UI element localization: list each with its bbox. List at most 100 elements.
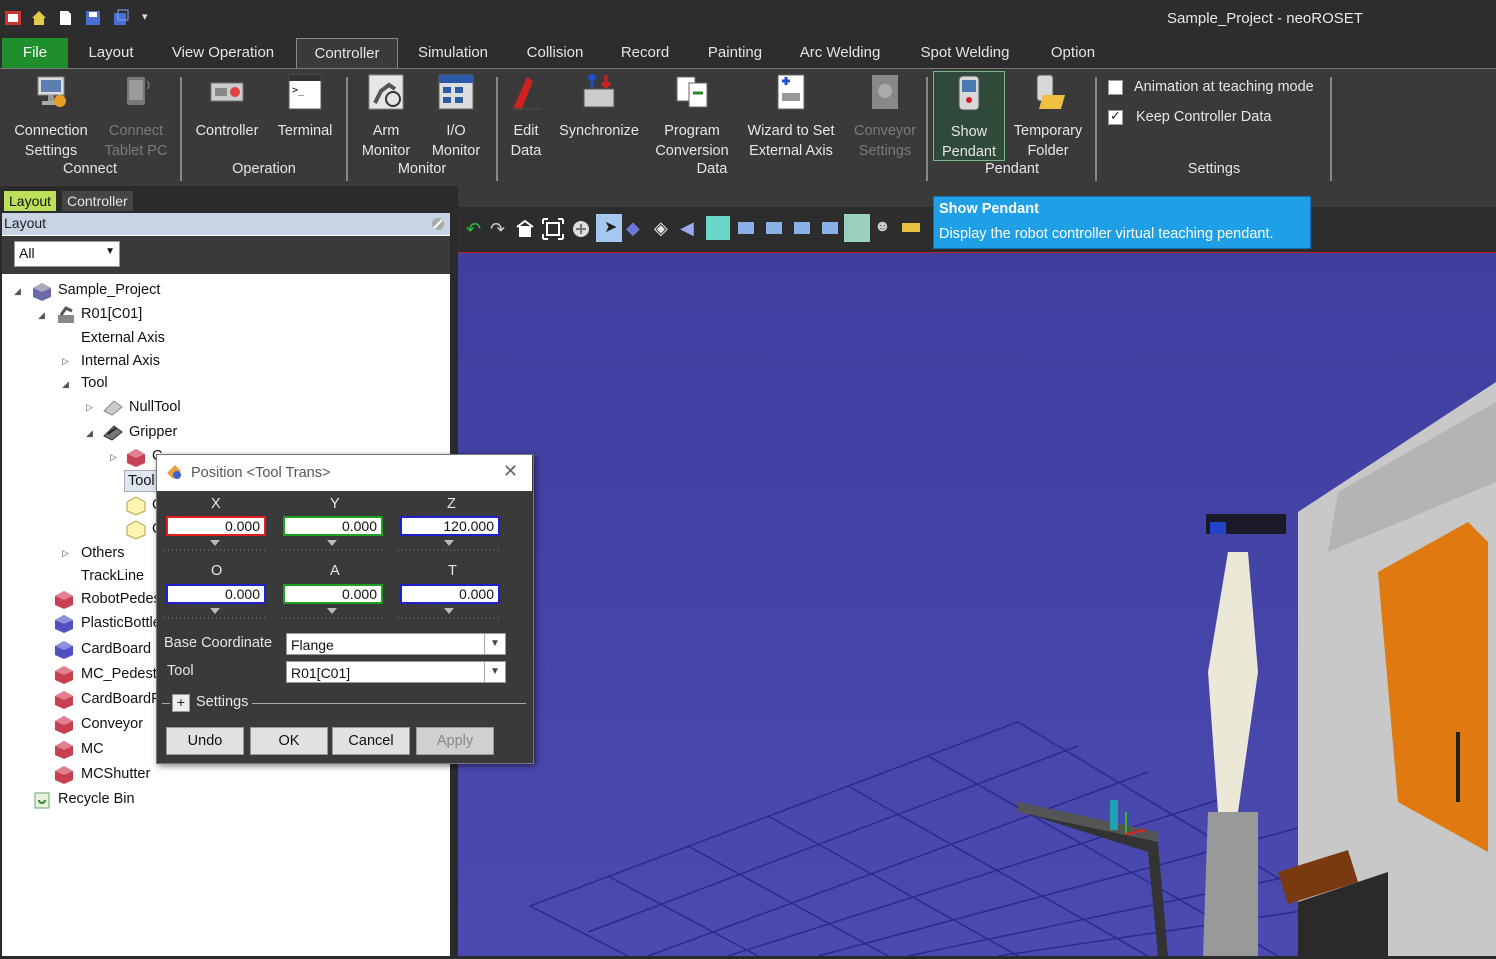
t-field[interactable]: 0.000	[400, 584, 500, 604]
tree-item-object[interactable]: CardBoardP	[81, 688, 161, 710]
tab-layout[interactable]: Layout	[4, 191, 57, 211]
tree-item-object[interactable]: RobotPedes	[81, 588, 161, 610]
program-conversion-button[interactable]: Program Conversion	[650, 73, 734, 161]
tree-item-object[interactable]: Conveyor	[81, 713, 143, 735]
edit-data-button[interactable]: Edit Data	[502, 73, 550, 161]
t-slider[interactable]	[398, 608, 502, 620]
view-top-icon[interactable]	[738, 222, 754, 234]
view-back-icon[interactable]	[794, 222, 810, 234]
menu-record[interactable]: Record	[612, 38, 678, 68]
tree-item-tool[interactable]: Tool	[81, 372, 108, 394]
z-field[interactable]: 120.000	[400, 516, 500, 536]
animation-teaching-checkbox[interactable]	[1108, 80, 1123, 95]
terminal-button[interactable]: >_ Terminal	[270, 73, 340, 141]
tree-item-project[interactable]: Sample_Project	[58, 279, 160, 301]
wizard-external-axis-button[interactable]: Wizard to Set External Axis	[742, 73, 840, 161]
x-slider[interactable]	[164, 540, 268, 552]
select-mode-button[interactable]: ➤	[596, 214, 622, 242]
expand-icon[interactable]: ▷	[62, 356, 69, 367]
a-field[interactable]: 0.000	[283, 584, 383, 604]
tool-select[interactable]: R01[C01] ▼	[286, 661, 506, 683]
menu-spot-welding[interactable]: Spot Welding	[910, 38, 1020, 68]
tree-item-nulltool[interactable]: NullTool	[129, 396, 181, 418]
new-file-icon[interactable]	[56, 9, 74, 27]
base-coordinate-select[interactable]: Flange ▼	[286, 633, 506, 655]
view-left-icon[interactable]: ◆	[626, 218, 640, 239]
expand-settings-icon[interactable]: +	[172, 694, 190, 712]
tree-item-object[interactable]: MC_Pedesta	[81, 663, 165, 685]
collapse-icon[interactable]: ◢	[38, 310, 45, 321]
view-right-icon[interactable]: ◀	[680, 218, 694, 239]
y-slider[interactable]	[281, 540, 385, 552]
tree-item-internal-axis[interactable]: Internal Axis	[81, 350, 160, 372]
x-field[interactable]: 0.000	[166, 516, 266, 536]
undo-button[interactable]: Undo	[166, 727, 244, 755]
y-field[interactable]: 0.000	[283, 516, 383, 536]
conveyor-settings-button[interactable]: Conveyor Settings	[848, 73, 922, 161]
view-iso-icon[interactable]: ◈	[654, 218, 668, 239]
tree-item-external-axis[interactable]: External Axis	[81, 327, 165, 349]
fit-view-icon[interactable]	[542, 218, 564, 240]
expand-icon[interactable]: ▷	[86, 402, 93, 413]
tree-item-tool-trans[interactable]: Tool	[124, 470, 159, 492]
expand-icon[interactable]: ▷	[110, 452, 117, 463]
apply-button[interactable]: Apply	[416, 727, 494, 755]
tree-item-trackline[interactable]: TrackLine	[81, 565, 144, 587]
synchronize-button[interactable]: Synchronize	[554, 72, 644, 141]
collapse-icon[interactable]: ◢	[14, 286, 21, 297]
controller-button[interactable]: Controller	[188, 73, 266, 141]
menu-file[interactable]: File	[2, 38, 68, 68]
quick-access-dropdown-icon[interactable]: ▾	[142, 10, 148, 23]
tab-controller[interactable]: Controller	[62, 191, 133, 211]
collapse-icon[interactable]: ◢	[62, 379, 69, 390]
view-side-icon[interactable]	[822, 222, 838, 234]
tree-item-object[interactable]: PlasticBottle	[81, 612, 161, 634]
arm-monitor-button[interactable]: Arm Monitor	[354, 73, 418, 161]
ok-button[interactable]: OK	[250, 727, 328, 755]
person-icon[interactable]: ☻	[874, 218, 891, 236]
zoom-view-icon[interactable]	[570, 218, 592, 240]
save-as-icon[interactable]	[112, 9, 130, 27]
connection-settings-button[interactable]: Connection Settings	[8, 73, 94, 161]
save-icon[interactable]	[84, 9, 102, 27]
home-icon[interactable]	[30, 9, 48, 27]
close-icon[interactable]: ✕	[503, 461, 518, 482]
tree-item-others[interactable]: Others	[81, 542, 125, 564]
redo-icon[interactable]: ↷	[490, 219, 505, 240]
expand-icon[interactable]: ▷	[62, 548, 69, 559]
o-field[interactable]: 0.000	[166, 584, 266, 604]
3d-viewport[interactable]	[458, 251, 1496, 957]
view-front-button[interactable]	[706, 216, 730, 240]
home-view-icon[interactable]	[516, 220, 534, 238]
filter-dropdown[interactable]: All ▼	[14, 241, 120, 267]
view-bottom-icon[interactable]	[766, 222, 782, 234]
cancel-button[interactable]: Cancel	[332, 727, 410, 755]
show-pendant-button[interactable]: Show Pendant	[933, 71, 1005, 161]
a-slider[interactable]	[281, 608, 385, 620]
pin-icon[interactable]	[430, 216, 446, 232]
keep-controller-data-checkbox[interactable]	[1108, 108, 1123, 125]
undo-icon[interactable]: ↶	[466, 219, 481, 240]
measure-button[interactable]	[844, 214, 870, 242]
temporary-folder-button[interactable]: Temporary Folder	[1008, 73, 1088, 161]
menu-simulation[interactable]: Simulation	[406, 38, 500, 68]
menu-view-operation[interactable]: View Operation	[162, 38, 284, 68]
menu-collision[interactable]: Collision	[516, 38, 594, 68]
tree-item-object[interactable]: CardBoard	[81, 638, 151, 660]
collapse-icon[interactable]: ◢	[86, 428, 93, 439]
ruler-icon[interactable]	[902, 223, 920, 232]
menu-arc-welding[interactable]: Arc Welding	[790, 38, 890, 68]
io-monitor-button[interactable]: I/O Monitor	[424, 73, 488, 161]
connect-tablet-pc-button[interactable]: Connect Tablet PC	[98, 73, 174, 161]
menu-controller[interactable]: Controller	[296, 38, 398, 70]
menu-painting[interactable]: Painting	[696, 38, 774, 68]
tree-item-recycle-bin[interactable]: Recycle Bin	[58, 788, 135, 810]
tree-item-object[interactable]: MCShutter	[81, 763, 150, 785]
menu-option[interactable]: Option	[1038, 38, 1108, 68]
z-slider[interactable]	[398, 540, 502, 552]
tree-item-gripper[interactable]: Gripper	[129, 421, 177, 443]
menu-layout[interactable]: Layout	[78, 38, 144, 68]
o-slider[interactable]	[164, 608, 268, 620]
tree-item-object[interactable]: MC	[81, 738, 104, 760]
tree-item-robot[interactable]: R01[C01]	[81, 303, 142, 325]
